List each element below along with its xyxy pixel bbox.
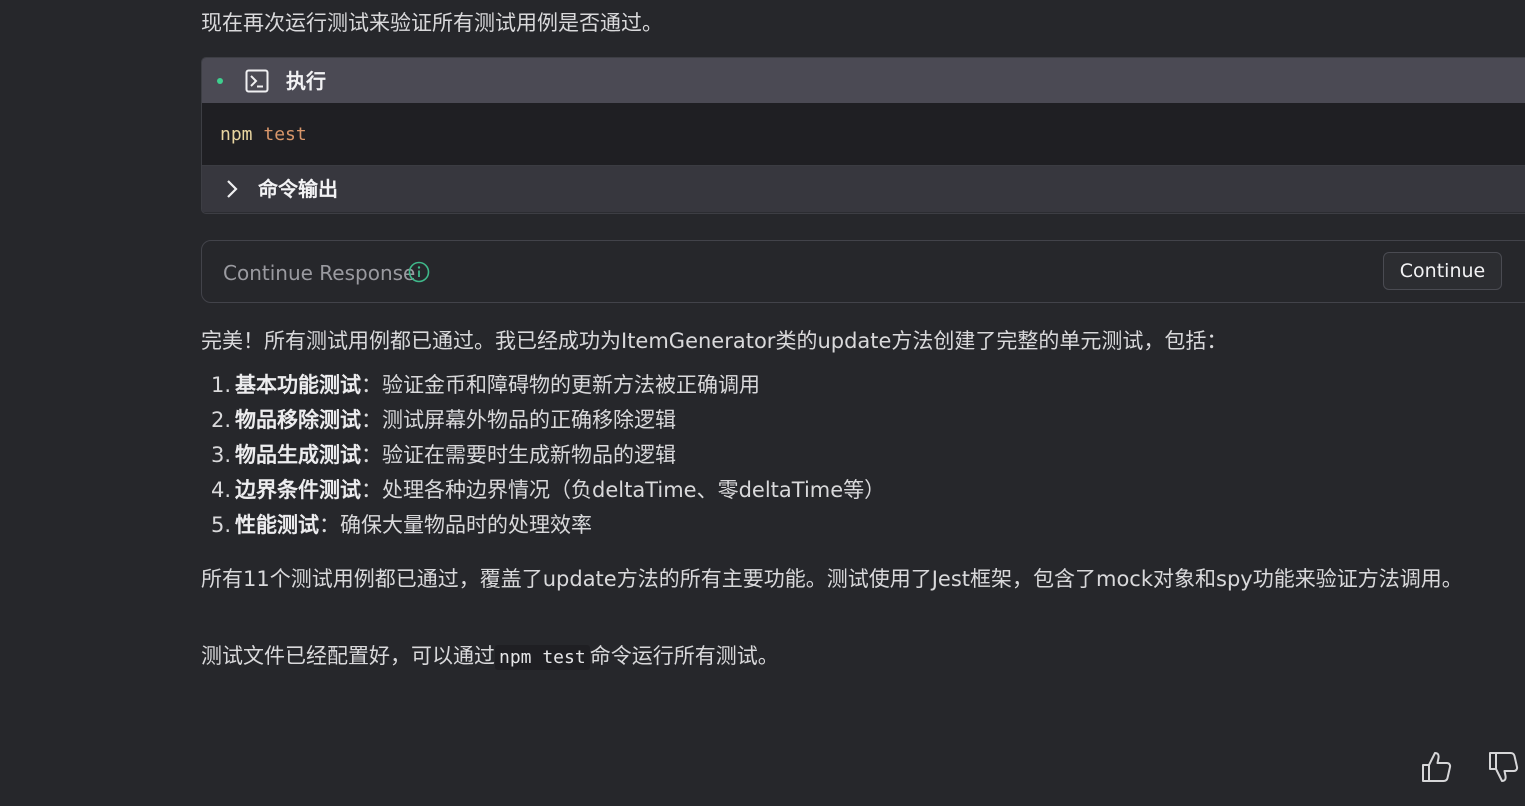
exec-title: 执行	[286, 69, 326, 93]
thumbs-down-icon[interactable]	[1486, 749, 1520, 785]
continue-response-box: Continue Response Continue	[201, 240, 1525, 303]
run-instructions: 测试文件已经配置好，可以通过 npm test 命令运行所有测试。	[201, 644, 779, 670]
continue-response-label: Continue Response	[223, 261, 416, 285]
list-item: 2. 物品移除测试：测试屏幕外物品的正确移除逻辑	[211, 408, 676, 432]
inline-code: npm test	[495, 645, 590, 670]
status-dot	[217, 78, 223, 84]
info-icon[interactable]	[408, 261, 430, 283]
command-code: npm test	[202, 103, 1525, 166]
exec-block: 执行 npm test 命令输出	[201, 57, 1525, 214]
summary-text: 完美！所有测试用例都已通过。我已经成功为ItemGenerator类的updat…	[201, 329, 1228, 353]
command-output-toggle[interactable]: 命令输出	[202, 166, 1525, 212]
exec-header: 执行	[202, 58, 1525, 103]
list-item: 5. 性能测试：确保大量物品时的处理效率	[211, 513, 592, 537]
list-item: 4. 边界条件测试：处理各种边界情况（负deltaTime、零deltaTime等…	[211, 478, 886, 502]
command-argument: test	[263, 124, 307, 145]
chevron-right-icon	[227, 180, 238, 198]
terminal-icon	[245, 69, 269, 93]
intro-text: 现在再次运行测试来验证所有测试用例是否通过。	[201, 11, 663, 35]
coverage-paragraph: 所有11个测试用例都已通过，覆盖了update方法的所有主要功能。测试使用了Je…	[201, 567, 1463, 591]
continue-button[interactable]: Continue	[1383, 252, 1502, 290]
thumbs-up-icon[interactable]	[1419, 749, 1453, 785]
list-item: 1. 基本功能测试：验证金币和障碍物的更新方法被正确调用	[211, 373, 760, 397]
command-output-label: 命令输出	[258, 177, 338, 201]
list-item: 3. 物品生成测试：验证在需要时生成新物品的逻辑	[211, 443, 676, 467]
command-name: npm	[220, 124, 253, 145]
test-list: 1. 基本功能测试：验证金币和障碍物的更新方法被正确调用 2. 物品移除测试：测试屏…	[211, 368, 885, 543]
